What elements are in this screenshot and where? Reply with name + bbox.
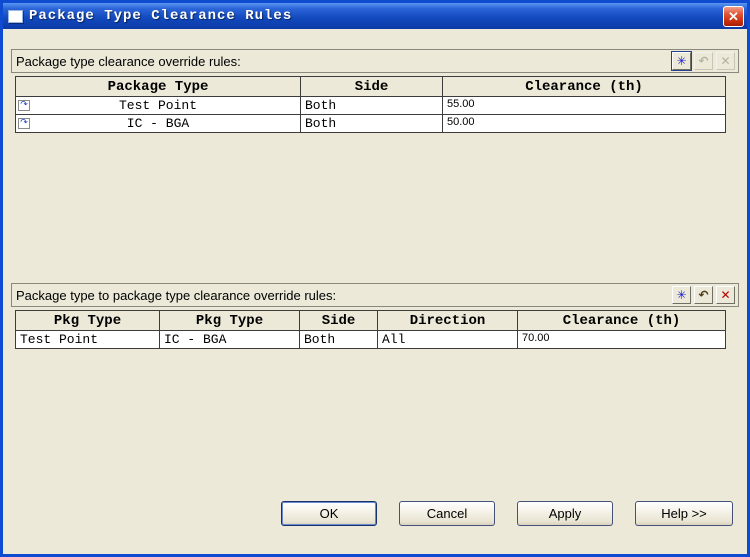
side-cell[interactable]: Both [300, 114, 443, 133]
undo-icon: ↶ [698, 287, 709, 302]
dialog-content: Package type clearance override rules: ✳… [3, 29, 747, 554]
table-row: ↷ IC - BGA Both 50.00 [15, 114, 726, 133]
section2-add-rule-button[interactable]: ✳ [672, 286, 691, 304]
dialog-button-row: OK Cancel Apply Help >> [3, 501, 747, 526]
ok-button[interactable]: OK [281, 501, 377, 526]
add-icon: ✳ [676, 53, 687, 68]
close-button[interactable]: ✕ [723, 5, 744, 27]
undo-icon: ↶ [698, 53, 709, 68]
table-row: Test Point IC - BGA Both All 70.00 [15, 330, 726, 349]
pkg-type-2-cell[interactable]: IC - BGA [159, 330, 300, 349]
direction-cell[interactable]: All [377, 330, 518, 349]
section2-delete-button[interactable]: ✕ [716, 286, 735, 304]
clearance-cell[interactable]: 70.00 [517, 330, 726, 349]
section2-toolbar: ✳ ↶ ✕ [672, 286, 735, 304]
column-header-clearance: Clearance (th) [517, 310, 726, 331]
close-icon: ✕ [728, 8, 739, 24]
clearance-cell[interactable]: 55.00 [442, 96, 726, 115]
help-button[interactable]: Help >> [635, 501, 733, 526]
column-header-clearance: Clearance (th) [442, 76, 726, 97]
section1-toolbar: ✳ ↶ ✕ [671, 51, 735, 71]
pkg-to-pkg-rules-section: Package type to package type clearance o… [11, 283, 739, 501]
title-bar[interactable]: Package Type Clearance Rules ✕ [3, 3, 747, 29]
column-header-side: Side [299, 310, 378, 331]
window-title: Package Type Clearance Rules [29, 8, 293, 24]
table-header-row: Pkg Type Pkg Type Side Direction Clearan… [15, 310, 726, 331]
side-cell[interactable]: Both [300, 96, 443, 115]
column-header-pkg-type-2: Pkg Type [159, 310, 300, 331]
section1-delete-button: ✕ [716, 52, 735, 70]
package-type-cell[interactable]: ↷ Test Point [15, 96, 301, 115]
add-icon: ✳ [676, 287, 687, 302]
row-picker-icon[interactable]: ↷ [18, 100, 30, 111]
section2-label: Package type to package type clearance o… [16, 287, 337, 303]
package-type-cell[interactable]: ↷ IC - BGA [15, 114, 301, 133]
section1-undo-button: ↶ [694, 52, 713, 70]
package-type-rules-section: Package type clearance override rules: ✳… [11, 49, 739, 271]
delete-icon: ✕ [720, 287, 731, 302]
table-header-row: Package Type Side Clearance (th) [15, 76, 726, 97]
package-type-rules-header: Package type clearance override rules: ✳… [11, 49, 739, 73]
dialog-window: Package Type Clearance Rules ✕ Package t… [0, 0, 750, 557]
pkg-type-1-cell[interactable]: Test Point [15, 330, 160, 349]
table-row: ↷ Test Point Both 55.00 [15, 96, 726, 115]
column-header-package-type: Package Type [15, 76, 301, 97]
section1-label: Package type clearance override rules: [16, 53, 241, 69]
delete-icon: ✕ [720, 53, 731, 68]
cancel-button[interactable]: Cancel [399, 501, 495, 526]
column-header-pkg-type-1: Pkg Type [15, 310, 160, 331]
clearance-cell[interactable]: 50.00 [442, 114, 726, 133]
row-picker-icon[interactable]: ↷ [18, 118, 30, 129]
window-icon [8, 9, 23, 23]
section1-add-rule-button[interactable]: ✳ [671, 51, 692, 71]
apply-button[interactable]: Apply [517, 501, 613, 526]
column-header-direction: Direction [377, 310, 518, 331]
package-type-value: IC - BGA [126, 116, 190, 131]
package-type-rules-table: Package Type Side Clearance (th) ↷ Test … [15, 76, 726, 133]
column-header-side: Side [300, 76, 443, 97]
section2-undo-button[interactable]: ↶ [694, 286, 713, 304]
pkg-to-pkg-rules-header: Package type to package type clearance o… [11, 283, 739, 307]
side-cell[interactable]: Both [299, 330, 378, 349]
package-type-value: Test Point [118, 98, 197, 113]
pkg-to-pkg-rules-table: Pkg Type Pkg Type Side Direction Clearan… [15, 310, 726, 349]
